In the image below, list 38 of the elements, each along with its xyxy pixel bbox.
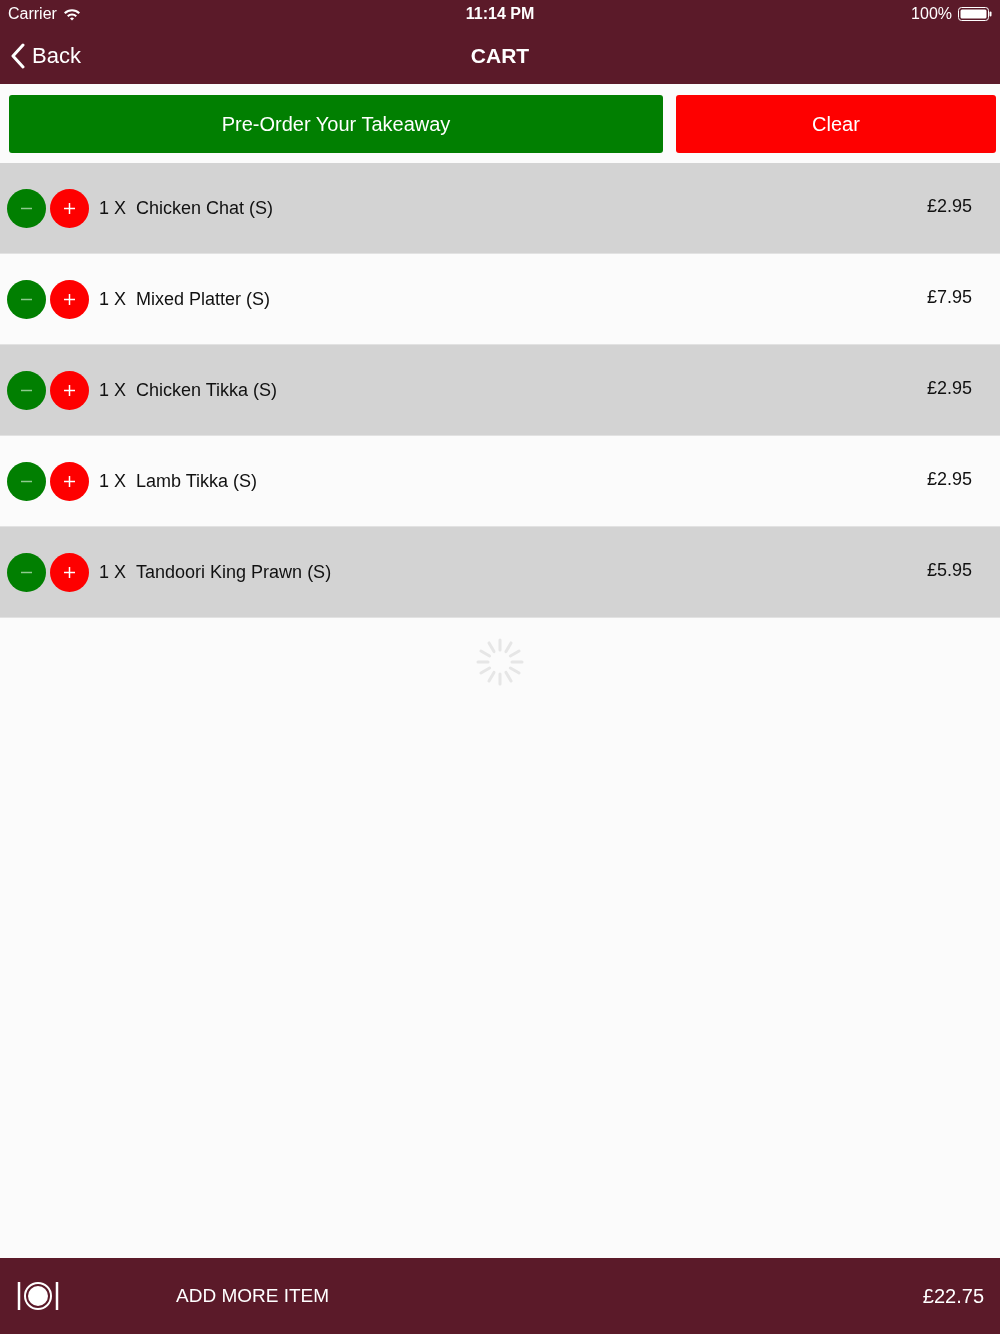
clock-time: 11:14 PM: [465, 5, 535, 23]
wifi-icon: [62, 7, 81, 21]
plus-button[interactable]: [50, 552, 89, 592]
item-price: £2.95: [926, 468, 972, 490]
item-price: £7.95: [926, 286, 972, 308]
item-name: Chicken Chat (S): [136, 197, 275, 219]
plus-button[interactable]: [50, 188, 89, 228]
item-name: Lamb Tikka (S): [136, 470, 259, 492]
add-more-item-button[interactable]: ADD MORE ITEM: [176, 1285, 330, 1307]
item-price: £2.95: [926, 377, 972, 399]
item-name: Chicken Tikka (S): [136, 379, 279, 401]
cart-total: £22.75: [922, 1284, 984, 1308]
clear-button[interactable]: Clear: [676, 95, 996, 153]
page-title: CART: [470, 44, 530, 68]
preorder-button[interactable]: Pre-Order Your Takeaway: [9, 95, 663, 153]
minus-button[interactable]: [7, 552, 46, 592]
minus-button[interactable]: [7, 370, 46, 410]
item-quantity: 1 X: [99, 561, 127, 583]
plus-button[interactable]: [50, 461, 89, 501]
minus-button[interactable]: [7, 188, 46, 228]
item-quantity: 1 X: [99, 379, 127, 401]
item-quantity: 1 X: [99, 470, 127, 492]
plus-button[interactable]: [50, 279, 89, 319]
carrier-label: Carrier: [8, 5, 57, 23]
item-price: £2.95: [926, 195, 972, 217]
item-price: £5.95: [926, 559, 972, 581]
plate-cutlery-icon: [16, 1280, 60, 1312]
item-quantity: 1 X: [99, 288, 127, 310]
plus-button[interactable]: [50, 370, 89, 410]
item-name: Tandoori King Prawn (S): [136, 561, 333, 583]
item-name: Mixed Platter (S): [136, 288, 272, 310]
back-button[interactable]: Back: [0, 43, 91, 69]
battery-icon: [958, 7, 992, 21]
item-quantity: 1 X: [99, 197, 127, 219]
minus-button[interactable]: [7, 279, 46, 319]
battery-percent: 100%: [911, 5, 952, 23]
chevron-left-icon: [10, 43, 26, 69]
minus-button[interactable]: [7, 461, 46, 501]
